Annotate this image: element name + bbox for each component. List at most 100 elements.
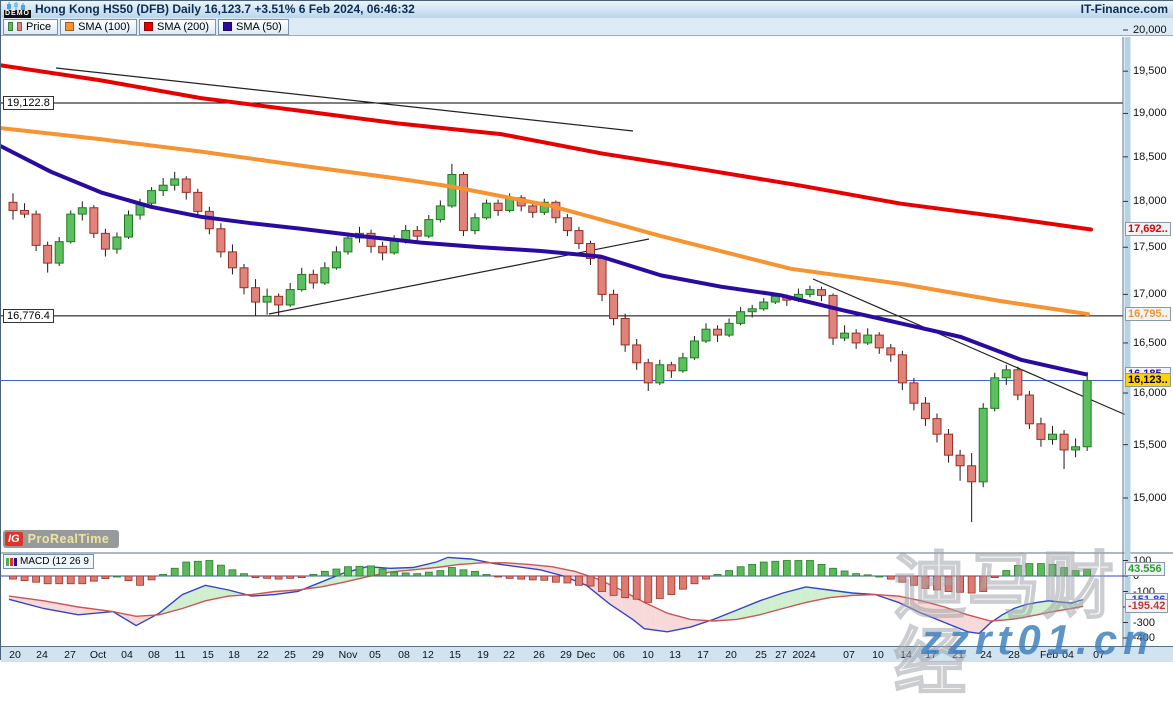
macd-histogram-bar [1014,565,1021,576]
macd-histogram-bar [599,576,606,592]
candle-down [529,206,537,212]
candle-up [67,214,75,242]
axis-price-tag: 16,795.. [1125,307,1171,321]
macd-histogram-bar [483,574,490,576]
macd-histogram-bar [760,562,767,576]
y-axis-tick-label: 16,000 [1133,387,1167,399]
x-axis-tick-label: 10 [872,649,884,661]
x-axis-tick-label: 28 [1008,649,1020,661]
y-axis-tick-label: 18,000 [1133,195,1167,207]
candle-up [1049,434,1057,439]
macd-histogram-bar [934,576,941,590]
candle-up [979,408,987,481]
axis-price-tag: 16,123.. [1125,373,1171,387]
x-axis-tick-label: 17 [697,649,709,661]
macd-histogram-bar [56,576,63,584]
x-axis-tick-label: Nov [339,649,358,661]
macd-histogram-bar [668,576,675,595]
y-axis-tick-label: 17,000 [1133,288,1167,300]
x-axis-tick-label: 22 [257,649,269,661]
candle-down [598,258,606,294]
candle-down [32,214,40,245]
macd-fill [211,586,217,599]
candle-up [991,378,999,409]
macd-fill [766,597,772,613]
candle-up [448,175,456,206]
macd-histogram-bar [633,576,640,599]
macd-histogram-bar [806,561,813,577]
candle-up [344,238,352,252]
macd-histogram-bar [217,565,224,576]
candle-up [656,365,664,383]
candle-up [125,215,133,237]
macd-fill [205,585,211,601]
candle-up [298,274,306,289]
macd-fill [812,588,818,602]
candle-up [148,191,156,204]
macd-histogram-bar [899,576,906,582]
candle-down [459,175,467,231]
macd-histogram-bar [391,572,398,576]
macd-histogram-bar [252,576,259,578]
macd-histogram-bar [1026,564,1033,576]
macd-histogram-bar [229,570,236,576]
x-axis-tick-label: 24 [980,649,992,661]
prorealtime-logo[interactable]: IG ProRealTime [3,530,119,548]
sma-line [1,128,1088,314]
macd-icon [6,558,17,566]
macd-histogram-bar [772,561,779,576]
macd-histogram-bar [472,571,479,576]
candle-down [379,246,387,253]
candle-down [910,383,918,403]
prorealtime-label: ProRealTime [28,532,110,546]
macd-histogram-bar [714,574,721,576]
x-axis-tick-label: 26 [533,649,545,661]
x-axis-tick-label: 15 [449,649,461,661]
candle-down [44,245,52,263]
candle-down [852,333,860,343]
macd-fill [818,588,824,600]
x-axis-tick-label: 27 [775,649,787,661]
macd-fill [1025,604,1031,618]
axis-scrollbar [1125,37,1131,646]
candle-up [159,185,167,190]
candle-up [702,329,710,341]
x-axis-tick-label: 22 [503,649,515,661]
candle-down [101,233,109,249]
candle-up [321,268,329,283]
x-axis-tick-label: Oct [90,649,106,661]
macd-histogram-bar [841,571,848,576]
macd-histogram-bar [737,567,744,576]
candle-down [644,363,652,383]
chart-plot[interactable] [1,1,1173,661]
macd-histogram-bar [275,576,282,579]
x-axis-tick-label: 12 [422,649,434,661]
macd-histogram-bar [864,575,871,576]
candle-down [275,296,283,305]
candle-up [483,203,491,218]
macd-histogram-bar [344,567,351,576]
macd-value-tag: 43.556 [1125,562,1165,576]
tab-macd-indicator[interactable]: MACD (12 26 9 [3,554,94,569]
macd-histogram-bar [356,566,363,576]
macd-histogram-bar [529,576,536,580]
candle-down [621,318,629,344]
macd-histogram-bar [552,576,559,582]
macd-histogram-bar [656,576,663,598]
candle-up [390,241,398,253]
x-axis-tick-label: 08 [398,649,410,661]
x-axis-tick-label: 29 [560,649,572,661]
macd-histogram-bar [957,576,964,592]
candle-down [21,210,29,214]
candle-down [575,231,583,244]
x-axis-tick-label: 10 [642,649,654,661]
macd-fill [650,605,656,630]
macd-histogram-bar [980,576,987,592]
macd-histogram-bar [368,566,375,576]
axis-price-tag: 17,692.. [1125,222,1171,236]
candle-up [1083,380,1091,446]
macd-fill [800,587,806,604]
candle-up [748,309,756,312]
candle-down [887,348,895,355]
macd-fill [644,602,650,629]
